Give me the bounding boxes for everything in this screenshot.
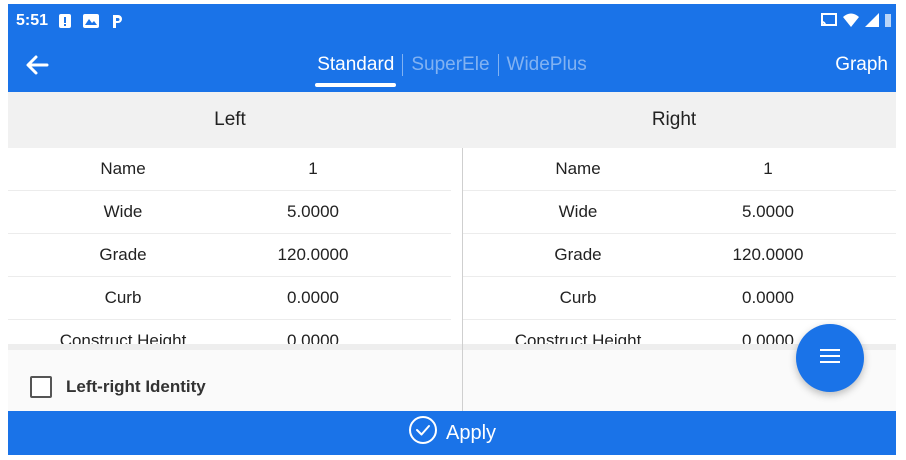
row-label: Curb bbox=[559, 288, 597, 307]
menu-icon bbox=[819, 347, 841, 370]
column-divider bbox=[462, 148, 463, 411]
row-label: Name bbox=[555, 159, 601, 178]
row-label: Name bbox=[100, 159, 146, 178]
table-row[interactable]: Curb 0.0000 bbox=[8, 277, 451, 320]
app-screen: 5:51 Standard SuperEle WidePlus Graph Le… bbox=[8, 4, 896, 455]
photos-icon bbox=[82, 13, 100, 29]
row-label: Grade bbox=[554, 245, 602, 264]
row-value[interactable]: 1 bbox=[693, 159, 843, 179]
tab-wideplus[interactable]: WidePlus bbox=[499, 54, 595, 76]
status-right-icons bbox=[820, 12, 892, 33]
identity-checkbox[interactable] bbox=[30, 376, 52, 398]
graph-button[interactable]: Graph bbox=[835, 54, 888, 76]
status-time: 5:51 bbox=[16, 12, 49, 29]
tab-bar: Standard SuperEle WidePlus bbox=[8, 38, 896, 92]
cast-icon bbox=[820, 12, 838, 33]
table-row[interactable]: Name 1 bbox=[8, 148, 451, 191]
tab-standard[interactable]: Standard bbox=[309, 54, 402, 87]
parking-icon bbox=[110, 13, 124, 29]
row-value[interactable]: 0.0000 bbox=[238, 288, 388, 308]
row-value[interactable]: 5.0000 bbox=[693, 202, 843, 222]
menu-fab-button[interactable] bbox=[796, 324, 864, 392]
table-row[interactable]: Grade 120.0000 bbox=[8, 234, 451, 277]
tab-superele[interactable]: SuperEle bbox=[403, 54, 497, 76]
row-value[interactable]: 0.0000 bbox=[693, 288, 843, 308]
table-row[interactable]: Wide 5.0000 bbox=[8, 191, 451, 234]
right-column-title: Right bbox=[651, 109, 697, 130]
left-column-title: Left bbox=[214, 109, 246, 130]
wifi-icon bbox=[842, 12, 860, 33]
row-value[interactable]: 120.0000 bbox=[693, 245, 843, 265]
table-row[interactable]: Grade 120.0000 bbox=[463, 234, 896, 277]
table-row[interactable]: Curb 0.0000 bbox=[463, 277, 896, 320]
row-value[interactable]: 120.0000 bbox=[238, 245, 388, 265]
row-label: Wide bbox=[103, 202, 143, 221]
row-value[interactable]: 1 bbox=[238, 159, 388, 179]
table-row[interactable]: Name 1 bbox=[463, 148, 896, 191]
notification-icon bbox=[58, 13, 72, 29]
left-right-identity-toggle[interactable]: Left-right Identity bbox=[30, 376, 206, 398]
column-headers: Left Right bbox=[8, 92, 896, 148]
left-parameters: Name 1 Wide 5.0000 Grade 120.0000 Curb 0.000… bbox=[8, 148, 451, 363]
status-bar: 5:51 bbox=[8, 4, 896, 38]
table-row[interactable]: Wide 5.0000 bbox=[463, 191, 896, 234]
row-label: Wide bbox=[558, 202, 598, 221]
apply-button[interactable]: Apply bbox=[8, 411, 896, 455]
row-value[interactable]: 5.0000 bbox=[238, 202, 388, 222]
battery-icon bbox=[884, 12, 892, 33]
row-label: Curb bbox=[104, 288, 142, 307]
check-circle-icon bbox=[408, 415, 446, 451]
apply-label: Apply bbox=[445, 421, 497, 444]
signal-icon bbox=[864, 12, 880, 33]
row-label: Grade bbox=[99, 245, 147, 264]
identity-label: Left-right Identity bbox=[66, 377, 206, 396]
app-bar: Standard SuperEle WidePlus Graph bbox=[8, 38, 896, 92]
